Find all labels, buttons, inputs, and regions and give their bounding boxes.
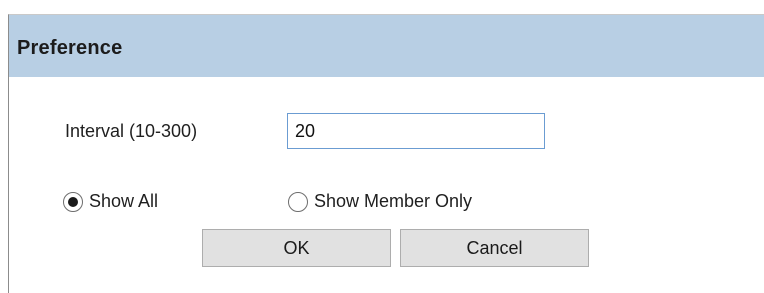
show-all-option[interactable]: Show All [63, 191, 158, 212]
show-member-only-option[interactable]: Show Member Only [288, 191, 472, 212]
show-all-label: Show All [89, 191, 159, 211]
interval-label: Interval (10-300) [65, 121, 198, 141]
show-member-only-radio[interactable] [288, 191, 308, 212]
preference-dialog: Preference Interval (10-300) Show All Sh… [8, 14, 764, 293]
dialog-title: Preference [17, 37, 123, 59]
ok-button[interactable]: OK [202, 229, 391, 267]
show-all-radio[interactable] [63, 191, 83, 212]
dialog-titlebar: Preference [9, 15, 764, 77]
cancel-button[interactable]: Cancel [400, 229, 589, 267]
show-member-only-label: Show Member Only [314, 191, 473, 211]
interval-input[interactable] [287, 113, 545, 149]
